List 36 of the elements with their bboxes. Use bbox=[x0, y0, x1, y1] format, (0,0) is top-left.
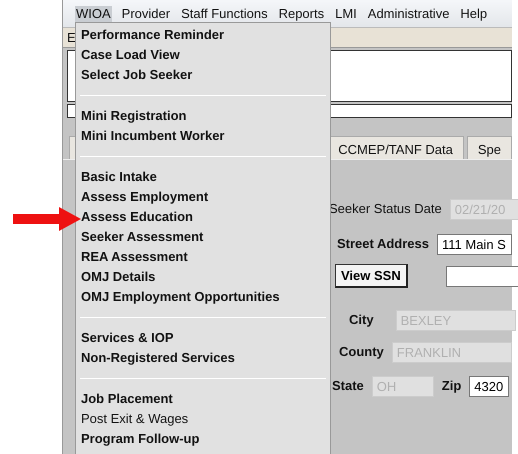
menu-item[interactable]: OMJ Details bbox=[80, 267, 330, 287]
menu-item[interactable]: Select Job Seeker bbox=[80, 65, 330, 85]
menu-item[interactable]: Staff Functions bbox=[180, 6, 269, 22]
field-label: City bbox=[349, 311, 374, 330]
menu-item[interactable]: Mini Incumbent Worker bbox=[80, 126, 330, 146]
menu-item[interactable]: Mini Registration bbox=[80, 106, 330, 126]
zip-field[interactable]: 4320 bbox=[469, 376, 510, 396]
menu-item[interactable]: Provider bbox=[120, 6, 172, 22]
menu-item[interactable]: REA Assessment bbox=[80, 247, 330, 267]
menu-item[interactable]: Help bbox=[459, 6, 488, 22]
menu-item[interactable]: Case Load View bbox=[80, 45, 330, 65]
menu-item[interactable]: Services & IOP bbox=[80, 328, 330, 348]
menu-item[interactable]: Performance Reminder bbox=[80, 25, 330, 45]
menu-item[interactable]: Seeker Assessment bbox=[80, 227, 330, 247]
menu-item[interactable]: Basic Intake bbox=[80, 167, 330, 187]
tab[interactable]: Spe bbox=[466, 136, 512, 159]
arrow-icon bbox=[13, 207, 81, 231]
field-label: Zip bbox=[442, 377, 462, 396]
menu-item[interactable]: Administrative bbox=[366, 6, 450, 22]
field-label: County bbox=[339, 343, 384, 362]
menu-item[interactable]: Assess Education bbox=[80, 207, 330, 227]
menu-item[interactable]: Assess Employment bbox=[80, 187, 330, 207]
menu-item[interactable]: LMI bbox=[334, 6, 358, 22]
menu-item[interactable]: Job Placement bbox=[80, 389, 330, 409]
address-field[interactable]: 111 Main S bbox=[437, 234, 512, 254]
menu-item[interactable]: OMJ Employment Opportunities bbox=[80, 287, 330, 307]
menu-item[interactable]: Program Follow-up bbox=[80, 429, 330, 449]
field-label: Seeker Status Date bbox=[329, 200, 442, 218]
ssn-field[interactable] bbox=[446, 266, 518, 286]
menu-item[interactable]: Non-Registered Services bbox=[80, 348, 330, 368]
field-label: State bbox=[332, 377, 364, 396]
menu-item[interactable]: WIOA bbox=[75, 6, 112, 22]
menu-item[interactable]: Post Exit & Wages bbox=[80, 409, 330, 429]
view-ssn-button[interactable]: View SSN bbox=[335, 264, 408, 288]
menu-item[interactable]: Reports bbox=[278, 6, 326, 22]
field-label: Street Address bbox=[337, 235, 429, 254]
